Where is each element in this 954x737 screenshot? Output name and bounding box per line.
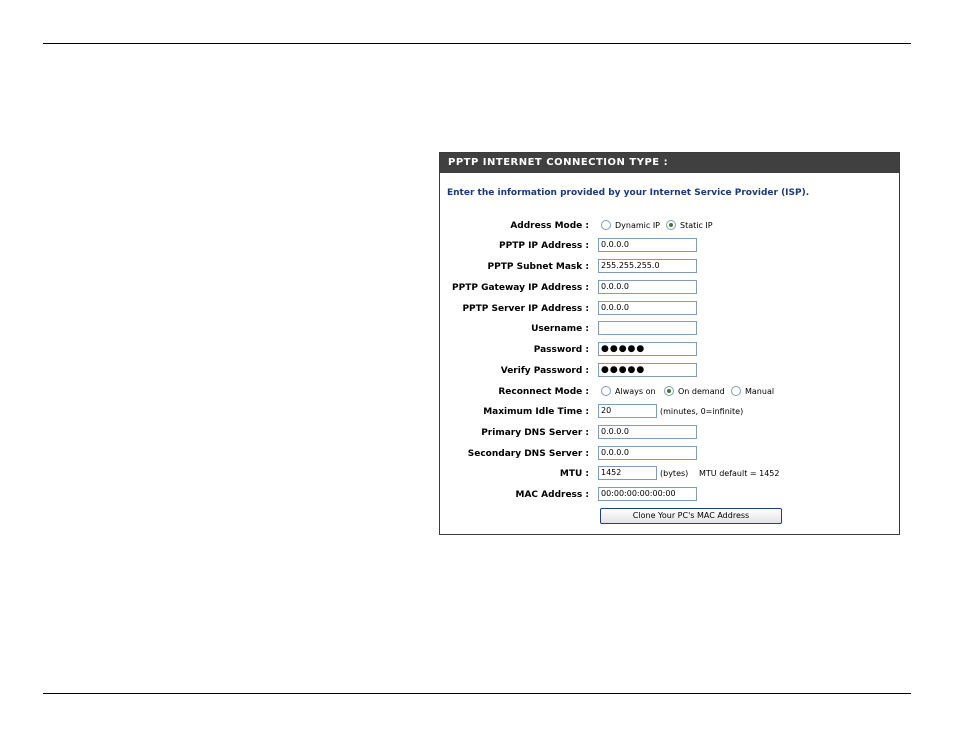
reconnect-mode-row: Reconnect Mode : Always on On demand Man… <box>440 383 899 401</box>
static-ip-label[interactable]: Static IP <box>680 217 713 235</box>
panel-title: PPTP INTERNET CONNECTION TYPE : <box>440 153 899 173</box>
mac-input[interactable]: 00:00:00:00:00:00 <box>598 487 697 501</box>
password-label: Password : <box>533 345 589 355</box>
intro-text: Enter the information provided by your I… <box>447 188 810 198</box>
max-idle-note: (minutes, 0=infinite) <box>660 407 744 416</box>
address-mode-row: Address Mode : Dynamic IP Static IP <box>440 217 899 235</box>
dynamic-ip-radio[interactable] <box>601 220 611 230</box>
on-demand-label[interactable]: On demand <box>678 383 725 401</box>
username-input[interactable] <box>598 321 697 335</box>
secondary-dns-input[interactable]: 0.0.0.0 <box>598 446 697 460</box>
username-label: Username : <box>531 324 589 334</box>
reconnect-mode-label: Reconnect Mode : <box>498 387 589 397</box>
always-on-radio[interactable] <box>601 386 611 396</box>
primary-dns-label: Primary DNS Server : <box>481 428 589 438</box>
pptp-panel: PPTP INTERNET CONNECTION TYPE : Enter th… <box>439 152 900 535</box>
static-ip-radio[interactable] <box>666 220 676 230</box>
pptp-mask-row: PPTP Subnet Mask : 255.255.255.0 <box>440 258 899 276</box>
always-on-label[interactable]: Always on <box>615 383 656 401</box>
dynamic-ip-label[interactable]: Dynamic IP <box>615 217 660 235</box>
pptp-mask-label: PPTP Subnet Mask : <box>487 262 589 272</box>
bottom-rule <box>43 693 911 694</box>
pptp-server-row: PPTP Server IP Address : 0.0.0.0 <box>440 300 899 318</box>
mtu-input[interactable]: 1452 <box>598 466 657 480</box>
pptp-ip-label: PPTP IP Address : <box>499 241 589 251</box>
verify-password-input[interactable]: ●●●●● <box>598 363 697 377</box>
max-idle-label: Maximum Idle Time : <box>483 407 589 417</box>
pptp-server-input[interactable]: 0.0.0.0 <box>598 301 697 315</box>
username-row: Username : <box>440 320 899 338</box>
pptp-gateway-label: PPTP Gateway IP Address : <box>452 283 589 293</box>
mtu-label: MTU : <box>559 469 589 479</box>
max-idle-row: Maximum Idle Time : 20 (minutes, 0=infin… <box>440 403 899 421</box>
pptp-mask-input[interactable]: 255.255.255.0 <box>598 259 697 273</box>
mtu-default-note: MTU default = 1452 <box>699 469 780 478</box>
pptp-ip-row: PPTP IP Address : 0.0.0.0 <box>440 237 899 255</box>
clone-mac-button[interactable]: Clone Your PC's MAC Address <box>600 508 782 524</box>
manual-radio[interactable] <box>731 386 741 396</box>
pptp-server-label: PPTP Server IP Address : <box>462 304 589 314</box>
pptp-ip-input[interactable]: 0.0.0.0 <box>598 238 697 252</box>
password-row: Password : ●●●●● <box>440 341 899 359</box>
manual-label[interactable]: Manual <box>745 383 774 401</box>
max-idle-input[interactable]: 20 <box>598 404 657 418</box>
verify-password-row: Verify Password : ●●●●● <box>440 362 899 380</box>
top-rule <box>43 43 911 44</box>
mac-row: MAC Address : 00:00:00:00:00:00 <box>440 486 899 504</box>
mtu-row: MTU : 1452 (bytes) MTU default = 1452 <box>440 465 899 483</box>
secondary-dns-row: Secondary DNS Server : 0.0.0.0 <box>440 445 899 463</box>
address-mode-label: Address Mode : <box>510 221 589 231</box>
secondary-dns-label: Secondary DNS Server : <box>467 449 589 459</box>
pptp-gateway-row: PPTP Gateway IP Address : 0.0.0.0 <box>440 279 899 297</box>
mtu-unit-note: (bytes) <box>660 469 689 478</box>
pptp-gateway-input[interactable]: 0.0.0.0 <box>598 280 697 294</box>
primary-dns-input[interactable]: 0.0.0.0 <box>598 425 697 439</box>
mac-label: MAC Address : <box>515 490 590 500</box>
password-input[interactable]: ●●●●● <box>598 342 697 356</box>
on-demand-radio[interactable] <box>664 386 674 396</box>
primary-dns-row: Primary DNS Server : 0.0.0.0 <box>440 424 899 442</box>
verify-password-label: Verify Password : <box>500 366 589 376</box>
